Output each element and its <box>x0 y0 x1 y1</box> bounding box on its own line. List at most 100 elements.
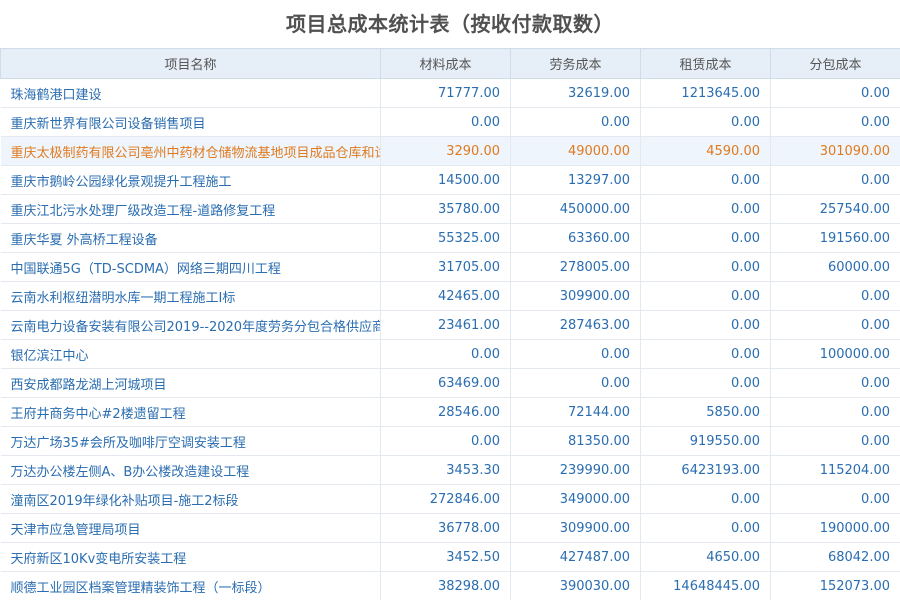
column-header-material-cost[interactable]: 材料成本 <box>380 48 511 79</box>
report-page: 项目总成本统计表（按收付款取数） 项目名称 材料成本 劳务成本 租赁成本 分包成… <box>0 0 900 600</box>
table-row[interactable]: 天府新区10Kv变电所安装工程 3452.50 427487.00 4650.00 68… <box>0 542 900 572</box>
subcontract-cost-cell: 0.00 <box>770 78 900 108</box>
project-name-cell[interactable]: 云南水利枢纽潜明水库一期工程施工Ⅰ标 <box>0 281 381 311</box>
material-cost-cell: 14500.00 <box>380 165 511 195</box>
table-row[interactable]: 潼南区2019年绿化补贴项目-施工2标段 272846.00 349000.00 0.… <box>0 484 900 514</box>
table-row[interactable]: 云南电力设备安装有限公司2019--2020年度劳务分包合格供应商拍 23461.… <box>0 310 900 340</box>
table-row[interactable]: 万达广场35#会所及咖啡厅空调安装工程 0.00 81350.00 919550.00… <box>0 426 900 456</box>
table-header: 项目名称 材料成本 劳务成本 租赁成本 分包成本 <box>0 48 900 79</box>
project-name-cell[interactable]: 重庆华夏 外高桥工程设备 <box>0 223 381 253</box>
subcontract-cost-cell: 0.00 <box>770 281 900 311</box>
table-row[interactable]: 西安成都路龙湖上河城项目 63469.00 0.00 0.00 0.00 <box>0 368 900 398</box>
project-name-cell[interactable]: 重庆江北污水处理厂级改造工程-道路修复工程 <box>0 194 381 224</box>
cost-table: 项目名称 材料成本 劳务成本 租赁成本 分包成本 珠海鹤港口建设 71777.00… <box>0 48 900 600</box>
rental-cost-cell: 0.00 <box>640 310 771 340</box>
rental-cost-cell: 0.00 <box>640 223 771 253</box>
labor-cost-cell: 450000.00 <box>510 194 641 224</box>
material-cost-cell: 0.00 <box>380 426 511 456</box>
labor-cost-cell: 309900.00 <box>510 513 641 543</box>
project-name-cell[interactable]: 天津市应急管理局项目 <box>0 513 381 543</box>
rental-cost-cell: 6423193.00 <box>640 455 771 485</box>
project-name-cell[interactable]: 珠海鹤港口建设 <box>0 78 381 108</box>
project-name-cell[interactable]: 天府新区10Kv变电所安装工程 <box>0 542 381 572</box>
material-cost-cell: 36778.00 <box>380 513 511 543</box>
table-row[interactable]: 重庆市鹅岭公园绿化景观提升工程施工 14500.00 13297.00 0.00 0.0… <box>0 165 900 195</box>
labor-cost-cell: 278005.00 <box>510 252 641 282</box>
column-header-project-name[interactable]: 项目名称 <box>0 48 381 79</box>
subcontract-cost-cell: 0.00 <box>770 397 900 427</box>
table-row[interactable]: 天津市应急管理局项目 36778.00 309900.00 0.00 190000.00 <box>0 513 900 543</box>
page-title: 项目总成本统计表（按收付款取数） <box>286 12 614 36</box>
material-cost-cell: 31705.00 <box>380 252 511 282</box>
project-name-cell[interactable]: 银亿滨江中心 <box>0 339 381 369</box>
table-row[interactable]: 王府井商务中心#2楼遗留工程 28546.00 72144.00 5850.00 0.0… <box>0 397 900 427</box>
table-row[interactable]: 银亿滨江中心 0.00 0.00 0.00 100000.00 <box>0 339 900 369</box>
material-cost-cell: 28546.00 <box>380 397 511 427</box>
table-row[interactable]: 重庆华夏 外高桥工程设备 55325.00 63360.00 0.00 191560.0… <box>0 223 900 253</box>
table-row[interactable]: 重庆江北污水处理厂级改造工程-道路修复工程 35780.00 450000.00 0.… <box>0 194 900 224</box>
project-name-cell[interactable]: 万达办公楼左侧A、B办公楼改造建设工程 <box>0 455 381 485</box>
rental-cost-cell: 0.00 <box>640 368 771 398</box>
project-name-cell[interactable]: 重庆新世界有限公司设备销售项目 <box>0 107 381 137</box>
project-name-cell[interactable]: 云南电力设备安装有限公司2019--2020年度劳务分包合格供应商拍 <box>0 310 381 340</box>
project-name-cell[interactable]: 重庆市鹅岭公园绿化景观提升工程施工 <box>0 165 381 195</box>
material-cost-cell: 0.00 <box>380 107 511 137</box>
material-cost-cell: 38298.00 <box>380 571 511 600</box>
project-name-cell[interactable]: 中国联通5G（TD-SCDMA）网络三期四川工程 <box>0 252 381 282</box>
subcontract-cost-cell: 152073.00 <box>770 571 900 600</box>
table-row[interactable]: 珠海鹤港口建设 71777.00 32619.00 1213645.00 0.00 <box>0 78 900 108</box>
table-row[interactable]: 中国联通5G（TD-SCDMA）网络三期四川工程 31705.00 278005.0… <box>0 252 900 282</box>
rental-cost-cell: 0.00 <box>640 339 771 369</box>
column-header-rental-cost[interactable]: 租赁成本 <box>640 48 771 79</box>
labor-cost-cell: 0.00 <box>510 368 641 398</box>
labor-cost-cell: 390030.00 <box>510 571 641 600</box>
labor-cost-cell: 49000.00 <box>510 136 641 166</box>
table-row[interactable]: 顺德工业园区档案管理精装饰工程（一标段） 38298.00 390030.00 146… <box>0 571 900 600</box>
labor-cost-cell: 63360.00 <box>510 223 641 253</box>
rental-cost-cell: 14648445.00 <box>640 571 771 600</box>
subcontract-cost-cell: 0.00 <box>770 310 900 340</box>
material-cost-cell: 42465.00 <box>380 281 511 311</box>
table-row[interactable]: 万达办公楼左侧A、B办公楼改造建设工程 3453.30 239990.00 64231… <box>0 455 900 485</box>
project-name-cell[interactable]: 潼南区2019年绿化补贴项目-施工2标段 <box>0 484 381 514</box>
subcontract-cost-cell: 0.00 <box>770 165 900 195</box>
material-cost-cell: 63469.00 <box>380 368 511 398</box>
project-name-cell[interactable]: 顺德工业园区档案管理精装饰工程（一标段） <box>0 571 381 600</box>
material-cost-cell: 35780.00 <box>380 194 511 224</box>
labor-cost-cell: 13297.00 <box>510 165 641 195</box>
project-name-cell[interactable]: 西安成都路龙湖上河城项目 <box>0 368 381 398</box>
table-row[interactable]: 重庆新世界有限公司设备销售项目 0.00 0.00 0.00 0.00 <box>0 107 900 137</box>
labor-cost-cell: 427487.00 <box>510 542 641 572</box>
labor-cost-cell: 239990.00 <box>510 455 641 485</box>
material-cost-cell: 71777.00 <box>380 78 511 108</box>
labor-cost-cell: 287463.00 <box>510 310 641 340</box>
column-header-subcontract-cost[interactable]: 分包成本 <box>770 48 900 79</box>
subcontract-cost-cell: 100000.00 <box>770 339 900 369</box>
column-header-labor-cost[interactable]: 劳务成本 <box>510 48 641 79</box>
rental-cost-cell: 0.00 <box>640 281 771 311</box>
labor-cost-cell: 349000.00 <box>510 484 641 514</box>
rental-cost-cell: 0.00 <box>640 484 771 514</box>
rental-cost-cell: 0.00 <box>640 165 771 195</box>
subcontract-cost-cell: 68042.00 <box>770 542 900 572</box>
table-row[interactable]: 重庆太极制药有限公司亳州中药材仓储物流基地项目成品仓库和试 3290.00 4900… <box>0 136 900 166</box>
table-body: 珠海鹤港口建设 71777.00 32619.00 1213645.00 0.00 重庆新… <box>0 78 900 600</box>
material-cost-cell: 272846.00 <box>380 484 511 514</box>
material-cost-cell: 3453.30 <box>380 455 511 485</box>
rental-cost-cell: 5850.00 <box>640 397 771 427</box>
material-cost-cell: 0.00 <box>380 339 511 369</box>
rental-cost-cell: 4590.00 <box>640 136 771 166</box>
labor-cost-cell: 0.00 <box>510 339 641 369</box>
subcontract-cost-cell: 0.00 <box>770 426 900 456</box>
subcontract-cost-cell: 190000.00 <box>770 513 900 543</box>
rental-cost-cell: 0.00 <box>640 194 771 224</box>
project-name-cell[interactable]: 万达广场35#会所及咖啡厅空调安装工程 <box>0 426 381 456</box>
labor-cost-cell: 309900.00 <box>510 281 641 311</box>
subcontract-cost-cell: 60000.00 <box>770 252 900 282</box>
material-cost-cell: 23461.00 <box>380 310 511 340</box>
project-name-cell[interactable]: 王府井商务中心#2楼遗留工程 <box>0 397 381 427</box>
subcontract-cost-cell: 0.00 <box>770 368 900 398</box>
table-row[interactable]: 云南水利枢纽潜明水库一期工程施工Ⅰ标 42465.00 309900.00 0.00 0… <box>0 281 900 311</box>
subcontract-cost-cell: 257540.00 <box>770 194 900 224</box>
project-name-cell[interactable]: 重庆太极制药有限公司亳州中药材仓储物流基地项目成品仓库和试 <box>0 136 381 166</box>
